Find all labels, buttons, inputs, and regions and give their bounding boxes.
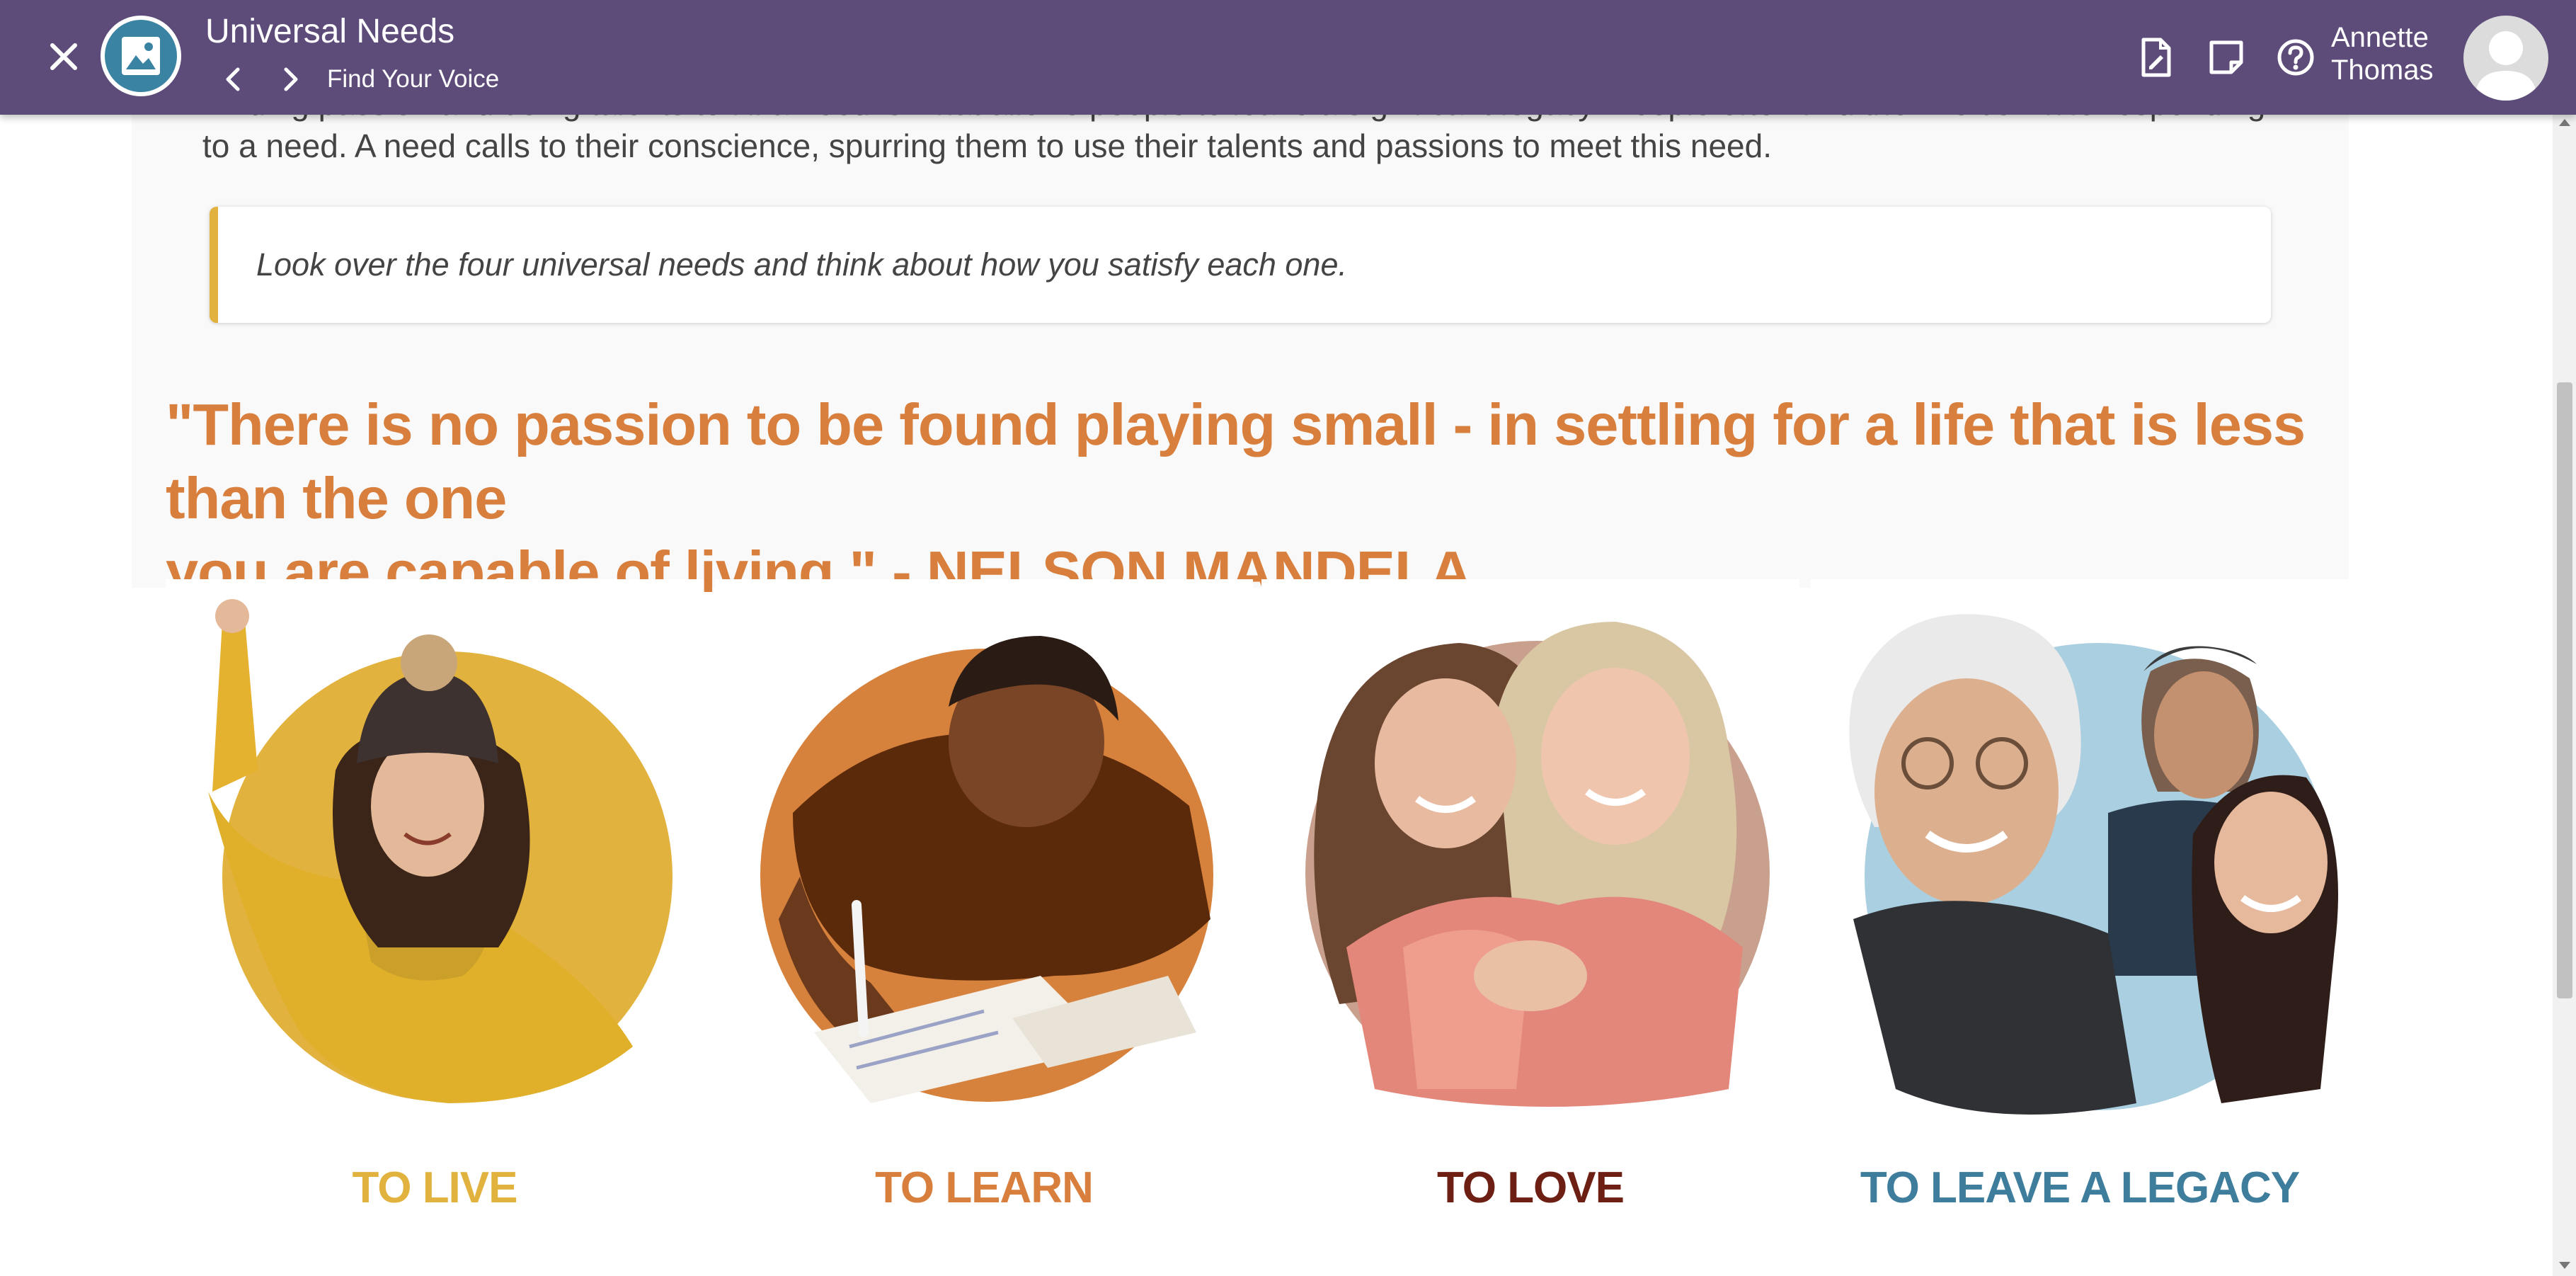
photo-student-writing [715, 579, 1253, 1124]
scroll-down-arrow-icon[interactable] [2559, 1262, 2570, 1269]
section-breadcrumb[interactable]: Find Your Voice [327, 62, 499, 96]
chevron-right-icon[interactable] [273, 62, 307, 96]
user-avatar-icon[interactable] [2463, 16, 2548, 101]
pdf-document-icon[interactable] [2135, 37, 2176, 78]
intro-line: to a need. A need calls to their conscie… [202, 127, 1773, 164]
need-label-legacy: TO LEAVE A LEGACY [1860, 1163, 2300, 1212]
need-card-live: TO LIVE [166, 579, 704, 1259]
photo-mother-daughter [1261, 579, 1799, 1124]
scroll-thumb[interactable] [2557, 382, 2572, 998]
quote-line: "There is no passion to be found playing… [166, 392, 2306, 531]
mandela-quote: "There is no passion to be found playing… [166, 388, 2360, 609]
need-card-learn: TO LEARN [715, 579, 1253, 1259]
photo-family-generations [1811, 579, 2349, 1124]
note-icon[interactable] [2206, 37, 2247, 78]
close-icon[interactable] [41, 34, 86, 79]
need-card-love: TO LOVE [1261, 579, 1799, 1259]
user-name[interactable]: Annette Thomas [2331, 21, 2434, 86]
need-label-live: TO LIVE [352, 1163, 517, 1212]
need-label-learn: TO LEARN [875, 1163, 1094, 1212]
user-first-name: Annette [2331, 22, 2429, 53]
need-card-legacy: TO LEAVE A LEGACY [1811, 579, 2349, 1259]
page-title: Universal Needs [205, 13, 455, 50]
chevron-left-icon[interactable] [217, 62, 251, 96]
scroll-up-arrow-icon[interactable] [2559, 119, 2570, 126]
help-circle-icon[interactable] [2275, 37, 2316, 78]
app-header: Universal Needs Find Your Voice Annette … [0, 0, 2576, 115]
photo-woman-celebrating [166, 579, 704, 1124]
universal-needs-grid: TO LIVE TO LEARN TO LOVE TO LEAVE A LEGA… [166, 579, 2349, 1259]
callout-text: Look over the four universal needs and t… [256, 246, 1347, 283]
user-last-name: Thomas [2331, 55, 2434, 86]
image-icon [101, 16, 181, 96]
vertical-scrollbar[interactable] [2553, 115, 2576, 1276]
need-label-love: TO LOVE [1436, 1163, 1625, 1212]
